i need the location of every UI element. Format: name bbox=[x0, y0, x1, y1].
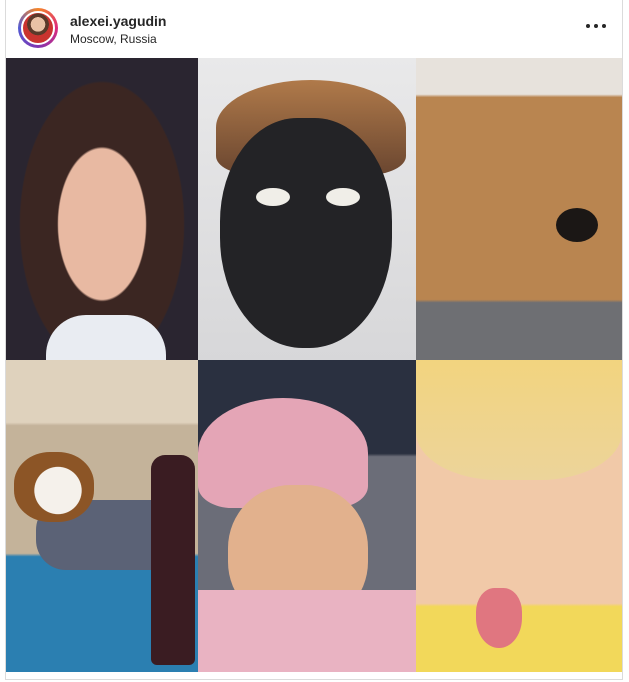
photo-man-black-face-mask bbox=[198, 58, 416, 360]
photo-toddler-tongue-out bbox=[416, 360, 622, 672]
dot bbox=[594, 24, 598, 28]
dot bbox=[602, 24, 606, 28]
eye-shape bbox=[256, 188, 290, 206]
bottle-shape bbox=[151, 455, 195, 665]
eye-shape bbox=[326, 188, 360, 206]
photo-collage[interactable] bbox=[6, 58, 622, 672]
dot bbox=[586, 24, 590, 28]
avatar[interactable] bbox=[18, 8, 58, 48]
photo-beagle-with-bottle bbox=[6, 360, 198, 672]
photo-yorkshire-terrier bbox=[416, 58, 622, 360]
location-link[interactable]: Moscow, Russia bbox=[70, 32, 157, 46]
instagram-post: alexei.yagudin Moscow, Russia bbox=[5, 0, 623, 680]
avatar-image bbox=[21, 11, 55, 45]
photo-woman-pink-hat bbox=[198, 360, 416, 672]
dog-nose-shape bbox=[556, 208, 598, 242]
more-options-icon[interactable] bbox=[586, 16, 606, 36]
beagle-head-shape bbox=[14, 452, 94, 522]
face-shape bbox=[220, 118, 392, 348]
tongue-shape bbox=[476, 588, 522, 648]
photo-girl-crossed-eyes bbox=[6, 58, 198, 360]
post-header: alexei.yagudin Moscow, Russia bbox=[6, 0, 622, 58]
scarf-shape bbox=[198, 590, 416, 672]
hair-shape bbox=[416, 360, 622, 480]
username[interactable]: alexei.yagudin bbox=[70, 13, 166, 29]
